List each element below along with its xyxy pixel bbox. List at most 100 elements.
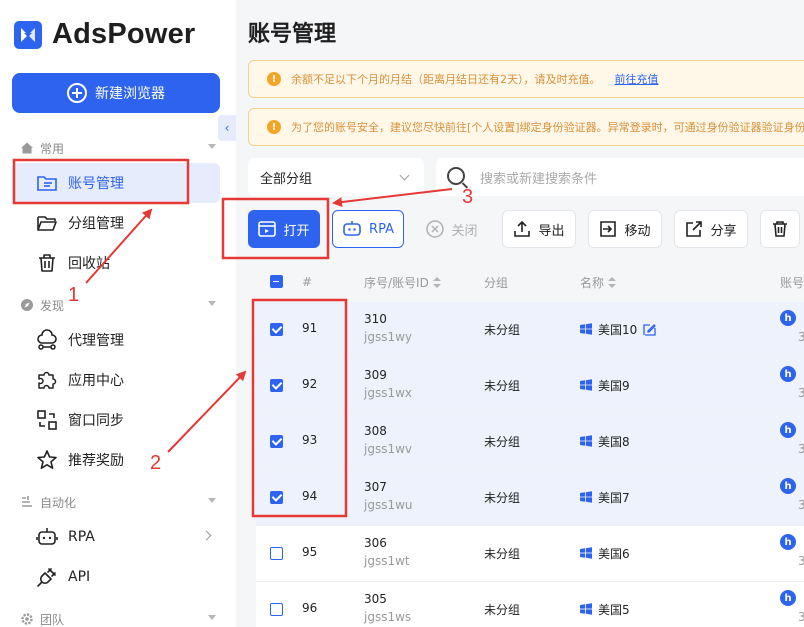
sidebar-item-rpa[interactable]: RPA [12,517,220,557]
share-button[interactable]: 分享 [674,210,748,248]
sidebar-item-referral-rewards[interactable]: 推荐奖励 [12,440,220,480]
close-button[interactable]: 关闭 [416,210,488,248]
row-group: 未分组 [484,603,521,617]
section-discover[interactable]: 发现 [20,295,216,315]
sidebar-item-recycle-bin[interactable]: 回收站 [12,243,220,283]
warning-icon: ! [267,120,281,134]
search-input[interactable]: 搜索或新建搜索条件 [436,158,804,196]
open-button[interactable]: 打开 [248,210,320,248]
section-common[interactable]: 常用 [20,138,216,158]
search-placeholder: 搜索或新建搜索条件 [480,171,598,187]
section-label: 发现 [40,298,65,313]
row-checkbox[interactable] [270,603,283,616]
rpa-button[interactable]: RPA [332,210,404,248]
move-button[interactable]: 移动 [588,210,662,248]
row-name: 美国6 [598,547,630,561]
export-button[interactable]: 导出 [502,210,576,248]
sidebar-item-label: 应用中心 [68,373,124,389]
notice-text: 为了您的账号安全，建议您尽快前往[个人设置]绑定身份验证器。异常登录时，可通过身… [291,121,804,134]
recharge-link[interactable]: 前往充值 [615,71,659,87]
table-row[interactable]: 96 305 jgss1ws 未分组 美国5 h 3 [256,582,804,627]
browser-window-icon [258,221,277,237]
chevron-down-icon [208,144,216,149]
sidebar-item-group-management[interactable]: 分组管理 [12,203,220,243]
row-account-id: jgss1ws [364,610,412,624]
section-label: 常用 [40,141,65,156]
row-checkbox[interactable] [270,323,283,336]
section-automation[interactable]: 自动化 [20,492,216,512]
group-filter-value: 全部分组 [260,171,313,187]
collapse-sidebar-button[interactable]: ‹ [218,115,236,141]
share-icon [686,221,703,237]
row-seq: 309 [364,368,387,382]
windows-icon [580,603,592,615]
row-seq: 307 [364,480,387,494]
group-filter-select[interactable]: 全部分组 [248,158,424,196]
row-group: 未分组 [484,491,521,505]
chevron-left-icon: ‹ [224,121,230,135]
balance-notice: ! 余额不足以下个月的月结（距离月结日还有2天），请及时充值。 前往充值 [248,60,804,98]
row-checkbox[interactable] [270,379,283,392]
row-number: 94 [302,489,318,503]
row-account-extra: 3 [798,610,804,624]
row-number: 93 [302,433,318,447]
app-name: AdsPower [52,18,196,50]
row-seq: 308 [364,424,387,438]
section-label: 自动化 [40,495,77,510]
row-group: 未分组 [484,435,521,449]
sidebar-item-api[interactable]: API [12,557,220,597]
page-title: 账号管理 [248,22,337,47]
sidebar-item-account-management[interactable]: 账号管理 [12,163,220,203]
sidebar-item-app-center[interactable]: 应用中心 [12,360,220,400]
row-checkbox[interactable] [270,547,283,560]
chevron-down-icon [208,498,216,503]
col-id[interactable]: 序号/账号ID [364,274,441,291]
row-group: 未分组 [484,323,521,337]
table-row[interactable]: 91 310 jgss1wy 未分组 美国10 h 3 [256,302,804,358]
row-checkbox[interactable] [270,491,283,504]
row-account-id: jgss1wu [364,498,413,512]
sidebar: AdsPower 新建浏览器 ‹ 常用 账号管理 分组管理 回收站 发现 代理管… [0,0,236,627]
table-row[interactable]: 93 308 jgss1wv 未分组 美国8 h 3 [256,414,804,470]
sort-icon [432,277,441,289]
table-row[interactable]: 92 309 jgss1wx 未分组 美国9 h 3 [256,358,804,414]
annotation-label-1: 1 [68,284,80,306]
table-row[interactable]: 94 307 jgss1wu 未分组 美国7 h 3 [256,470,804,526]
col-name[interactable]: 名称 [580,274,617,291]
row-name-cell: 美国7 [580,489,630,506]
automation-icon [22,496,32,507]
section-team[interactable]: 团队 [20,609,216,627]
windows-icon [580,491,592,503]
table-header: # 序号/账号ID 分组 名称 账号 [256,262,804,302]
sidebar-item-label: RPA [68,529,95,545]
col-group: 分组 [484,275,509,290]
row-checkbox[interactable] [270,435,283,448]
platform-badge-icon: h [780,590,796,606]
row-name-cell: 美国8 [580,433,630,450]
select-all-checkbox[interactable] [270,275,283,288]
plug-icon [37,568,56,587]
close-circle-icon [426,220,445,238]
col-number: # [302,275,313,289]
table-row[interactable]: 95 306 jgss1wt 未分组 美国6 h 3 [256,526,804,582]
sidebar-item-proxy-management[interactable]: 代理管理 [12,320,220,360]
adspower-logo-icon [14,20,42,49]
folder-icon [37,216,57,231]
sort-icon [608,277,617,289]
sidebar-item-label: 窗口同步 [68,413,124,429]
sidebar-item-label: 回收站 [68,256,110,272]
robot-icon [36,528,58,545]
new-browser-button[interactable]: 新建浏览器 [12,73,220,113]
sidebar-item-label: API [68,569,91,585]
sidebar-item-window-sync[interactable]: 窗口同步 [12,400,220,440]
edit-icon[interactable] [643,323,657,336]
platform-badge-icon: h [780,310,796,326]
app-logo: AdsPower [14,18,195,51]
delete-button[interactable] [760,210,800,248]
platform-badge-icon: h [780,422,796,438]
row-name: 美国8 [598,435,630,449]
home-icon [21,142,33,154]
close-label: 关闭 [451,223,478,239]
windows-icon [580,547,592,559]
windows-icon [580,323,592,335]
